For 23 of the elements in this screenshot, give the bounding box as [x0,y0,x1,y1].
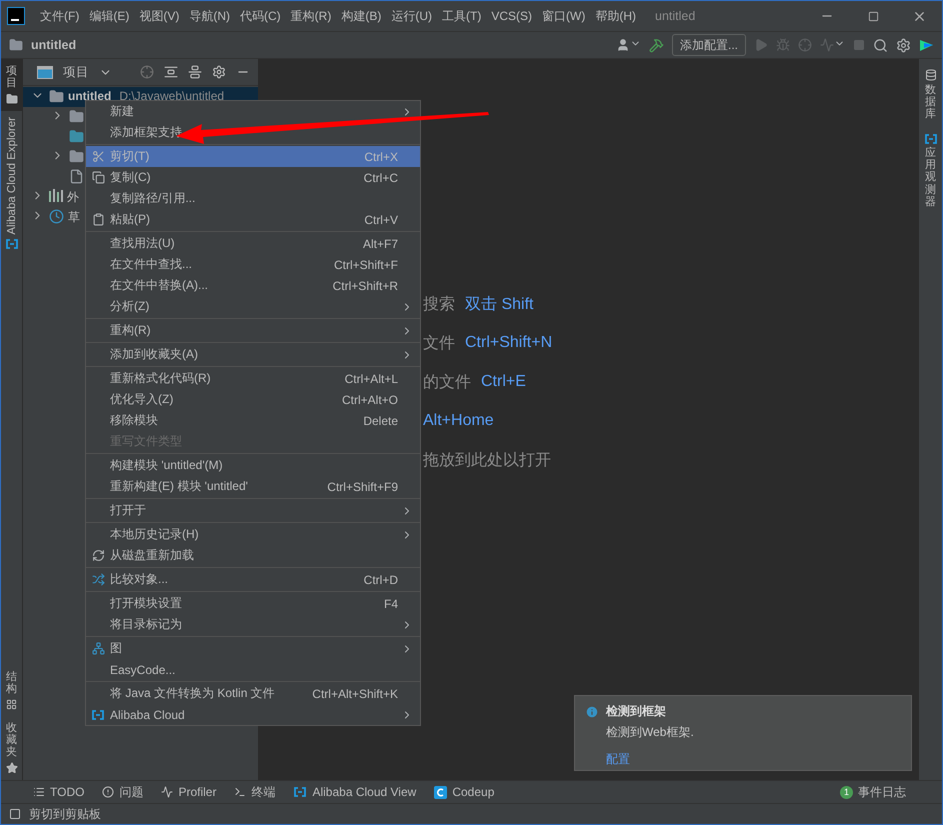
side-tab-label: 应用观测器 [925,147,936,208]
hint-shortcut: 双击 Shift [465,294,534,314]
status-message: 剪切到剪贴板 [29,806,101,822]
hint-label: 文件 [423,334,455,354]
hint-shortcut: Ctrl+E [481,373,526,391]
hint-shortcut: Ctrl+Shift+N [465,334,552,352]
side-tab-label: 收藏夹 [6,722,17,758]
tree-label: 外 [67,189,79,206]
tree-label: untitled [68,89,112,103]
hint-label: 的文件 [423,372,471,392]
notification-title: 检测到框架 [606,703,667,720]
hint-shortcut: Alt+Home [423,412,494,430]
count-badge: 1 [840,786,853,798]
notification-body: 检测到Web框架. [606,724,695,741]
hint-label: 搜索 [423,294,455,314]
side-tab-label: 项目 [6,65,17,90]
side-tab-label: Alibaba Cloud Explorer [6,117,18,235]
hint-label: 拖放到此处以打开 [423,450,551,470]
side-tab-label: 结构 [6,670,17,695]
side-tab-label: 数据库 [925,84,936,120]
window-title: untitled [655,9,696,23]
tree-path: D:\Javaweb\untitled [119,89,224,103]
tree-label: 草 [68,209,80,226]
